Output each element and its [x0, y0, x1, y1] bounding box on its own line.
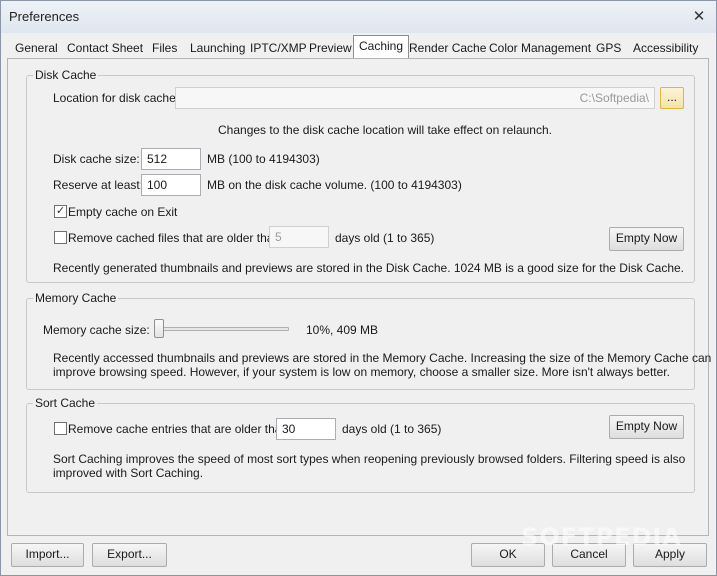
sort-remove-older-checkbox[interactable]	[54, 422, 67, 435]
disk-cache-size-input[interactable]: 512	[141, 148, 201, 170]
window-title: Preferences	[9, 9, 80, 24]
memory-cache-slider-thumb[interactable]	[154, 319, 164, 338]
memory-cache-slider-track[interactable]	[157, 327, 289, 331]
memory-cache-note-line2: improve browsing speed. However, if your…	[53, 365, 670, 379]
tab-accessibility[interactable]: Accessibility	[629, 39, 702, 59]
sort-remove-older-hint: days old (1 to 365)	[342, 422, 442, 436]
remove-older-checkbox[interactable]	[54, 231, 67, 244]
disk-cache-location-field[interactable]: C:\Softpedia\	[175, 87, 655, 109]
memory-cache-note-line1: Recently accessed thumbnails and preview…	[53, 351, 712, 365]
sort-cache-group-title: Sort Cache	[33, 396, 98, 410]
disk-cache-group: Disk Cache Location for disk cache: C:\S…	[26, 68, 695, 283]
softpedia-watermark: SOFTPEDIA	[521, 523, 682, 551]
remove-older-hint: days old (1 to 365)	[335, 231, 435, 245]
memory-cache-readout: 10%, 409 MB	[306, 323, 379, 337]
tab-gps[interactable]: GPS	[592, 39, 625, 59]
reserve-label: Reserve at least:	[53, 178, 144, 192]
memory-cache-group-title: Memory Cache	[33, 291, 119, 305]
tab-launching[interactable]: Launching	[186, 39, 249, 59]
close-icon[interactable]: ✕	[690, 7, 708, 25]
tab-render-cache[interactable]: Render Cache	[405, 39, 490, 59]
reserve-hint: MB on the disk cache volume. (100 to 419…	[207, 178, 462, 192]
tab-preview[interactable]: Preview	[305, 39, 356, 59]
empty-on-exit-checkbox[interactable]: ✓	[54, 205, 67, 218]
relaunch-note: Changes to the disk cache location will …	[218, 123, 552, 137]
sort-remove-older-days-input[interactable]: 30	[276, 418, 336, 440]
title-bar: Preferences ✕	[1, 1, 716, 33]
reserve-input[interactable]: 100	[141, 174, 201, 196]
remove-older-label: Remove cached files that are older than	[68, 231, 281, 245]
sort-cache-note-line1: Sort Caching improves the speed of most …	[53, 452, 686, 466]
tab-contact-sheet[interactable]: Contact Sheet	[63, 39, 147, 59]
sort-empty-now-button[interactable]: Empty Now	[609, 415, 684, 439]
memory-cache-size-label: Memory cache size:	[43, 323, 150, 337]
preferences-window: Preferences ✕ General Contact Sheet File…	[0, 0, 717, 576]
disk-empty-now-button[interactable]: Empty Now	[609, 227, 684, 251]
tab-caching[interactable]: Caching	[353, 35, 410, 59]
disk-cache-size-hint: MB (100 to 4194303)	[207, 152, 320, 166]
tab-strip: General Contact Sheet Files Launching IP…	[7, 35, 707, 59]
tab-iptc-xmp[interactable]: IPTC/XMP	[246, 39, 311, 59]
disk-cache-footer-note: Recently generated thumbnails and previe…	[53, 261, 684, 275]
sort-cache-note-line2: improved with Sort Caching.	[53, 466, 204, 480]
disk-cache-size-label: Disk cache size:	[53, 152, 140, 166]
caching-tab-panel: Disk Cache Location for disk cache: C:\S…	[7, 58, 711, 536]
tab-color-management[interactable]: Color Management	[485, 39, 595, 59]
tab-files[interactable]: Files	[148, 39, 181, 59]
disk-cache-location-label: Location for disk cache:	[53, 91, 180, 105]
tab-general[interactable]: General	[11, 39, 62, 59]
export-button[interactable]: Export...	[92, 543, 167, 567]
memory-cache-group: Memory Cache Memory cache size: 10%, 409…	[26, 291, 711, 390]
empty-on-exit-label: Empty cache on Exit	[68, 205, 178, 219]
sort-remove-older-label: Remove cache entries that are older than	[68, 422, 289, 436]
import-button[interactable]: Import...	[11, 543, 84, 567]
disk-cache-group-title: Disk Cache	[33, 68, 99, 82]
remove-older-days-input[interactable]: 5	[269, 226, 329, 248]
browse-button[interactable]: ...	[660, 87, 684, 109]
sort-cache-group: Sort Cache Remove cache entries that are…	[26, 396, 695, 493]
